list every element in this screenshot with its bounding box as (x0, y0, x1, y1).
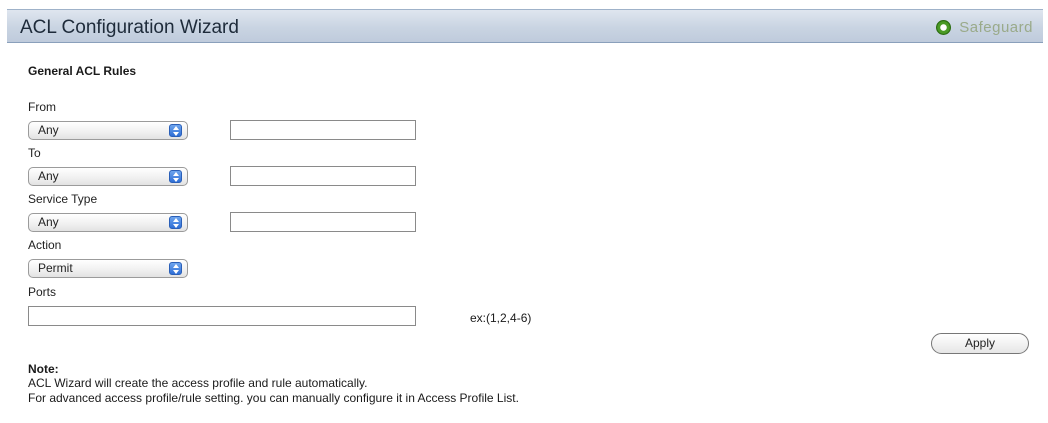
page-title: ACL Configuration Wizard (20, 17, 239, 38)
to-label: To (28, 146, 41, 160)
safeguard-indicator: Safeguard (936, 19, 1033, 36)
action-label: Action (28, 238, 62, 252)
select-arrows-icon (169, 170, 182, 183)
ports-label: Ports (28, 285, 57, 299)
header-bar: ACL Configuration Wizard Safeguard (7, 9, 1043, 43)
select-arrows-icon (169, 216, 182, 229)
service-type-select-value: Any (38, 215, 59, 229)
to-select[interactable]: Any (28, 167, 188, 186)
status-dot-icon (936, 20, 952, 35)
select-arrows-icon (169, 262, 182, 275)
to-input[interactable] (230, 166, 416, 186)
from-select[interactable]: Any (28, 121, 188, 140)
select-arrows-icon (169, 124, 182, 137)
safeguard-label: Safeguard (959, 19, 1033, 36)
service-type-label: Service Type (28, 192, 98, 206)
action-select-value: Permit (38, 261, 73, 275)
note-line: For advanced access profile/rule setting… (28, 391, 519, 405)
ports-hint: ex:(1,2,4-6) (470, 311, 532, 325)
service-type-input[interactable] (230, 212, 416, 232)
service-type-select[interactable]: Any (28, 213, 188, 232)
apply-button[interactable]: Apply (931, 333, 1029, 354)
action-select[interactable]: Permit (28, 259, 188, 278)
from-input[interactable] (230, 120, 416, 140)
section-title: General ACL Rules (28, 64, 137, 78)
note-title: Note: (28, 362, 59, 376)
note-line: ACL Wizard will create the access profil… (28, 376, 368, 390)
from-select-value: Any (38, 123, 59, 137)
from-label: From (28, 100, 56, 114)
to-select-value: Any (38, 169, 59, 183)
ports-input[interactable] (28, 306, 416, 326)
